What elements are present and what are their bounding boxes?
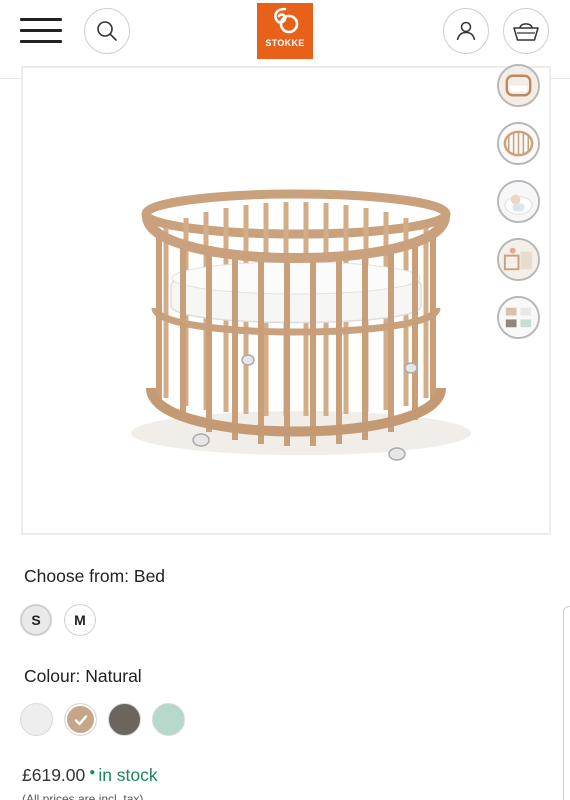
thumbnail-3[interactable] [497,180,540,223]
logo-mark-icon [274,7,299,34]
size-option-label: S [31,612,41,628]
thumbnail-4[interactable] [497,238,540,281]
tax-note: (All prices are incl. tax) [22,792,144,800]
price-row: £619.00 ● in stock [22,765,158,786]
size-option-m[interactable]: M [64,604,96,636]
search-icon [97,21,117,41]
account-button[interactable] [443,8,489,54]
product-price: £619.00 [22,765,86,785]
size-option-label: M [74,612,86,628]
cart-button[interactable] [503,8,549,54]
side-panel-edge[interactable] [563,606,570,800]
checkmark-icon [74,714,87,725]
basket-icon [513,23,539,41]
choose-from-label: Choose from: Bed [24,566,166,586]
colour-swatch-natural[interactable] [64,703,97,736]
size-option-s[interactable]: S [20,604,52,636]
product-gallery [21,66,551,535]
stock-status: in stock [98,765,158,785]
main-product-image[interactable] [111,188,481,478]
thumbnail-2[interactable] [497,122,540,165]
hamburger-menu-icon[interactable] [20,18,62,44]
colour-swatch-white[interactable] [20,703,53,736]
colour-label: Colour: Natural [24,666,142,686]
logo-text: STOKKE [265,38,305,48]
user-icon [456,21,476,41]
thumbnail-5[interactable] [497,296,540,339]
stock-dot-icon: ● [89,767,96,778]
stokke-logo[interactable]: STOKKE [257,3,313,59]
colour-swatch-mint[interactable] [152,703,185,736]
colour-swatch-grey[interactable] [108,703,141,736]
thumbnail-1[interactable] [497,64,540,107]
search-button[interactable] [84,8,130,54]
